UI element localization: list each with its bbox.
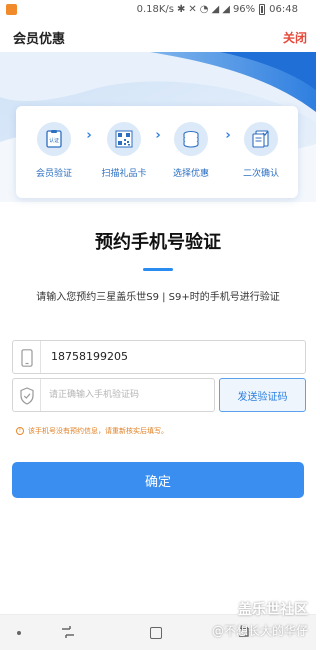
shield-check-icon — [20, 387, 34, 405]
code-field — [12, 378, 215, 412]
watermark-author: @不想长大的华仔 — [211, 624, 308, 638]
page-title: 会员优惠 — [13, 32, 66, 47]
id-card-badge-text: 认证 — [49, 137, 59, 144]
step-label: 会员验证 — [35, 169, 72, 179]
warning-icon: ! — [16, 427, 24, 435]
steps-card: 认证 会员验证 › 扫描礼品卡 › 选择优惠 › 二次确认 — [16, 106, 298, 198]
notice-text: 该手机号没有预约信息，请重新核实后填写。 — [28, 427, 168, 435]
close-button[interactable]: 关闭 — [283, 29, 307, 46]
chevron-right-icon: › — [155, 128, 161, 143]
battery-percent: 96% — [232, 4, 256, 15]
signal-icon: ◢ — [211, 4, 220, 15]
step-select-offer: 选择优惠 — [163, 122, 219, 179]
qr-code-icon — [107, 122, 141, 156]
step-label: 选择优惠 — [172, 169, 209, 179]
step-label: 扫描礼品卡 — [101, 169, 147, 179]
recent-apps-icon[interactable] — [60, 625, 76, 639]
instruction-text: 请输入您预约三星盖乐世S9 | S9+时的手机号进行验证 — [36, 292, 280, 303]
clock: 06:48 — [269, 4, 298, 15]
network-speed: 0.18K/s — [136, 4, 175, 15]
step-member-verify: 认证 会员验证 — [26, 122, 82, 179]
title-underline — [143, 268, 173, 271]
battery-icon — [259, 4, 266, 15]
error-notice: ! 该手机号没有预约信息，请重新核实后填写。 — [16, 426, 168, 436]
send-code-button[interactable]: 发送验证码 — [219, 378, 306, 412]
shield-icon-box — [13, 379, 41, 411]
step-label: 二次确认 — [242, 169, 279, 179]
verification-title: 预约手机号验证 — [95, 232, 221, 253]
verification-code-input[interactable] — [49, 385, 209, 405]
confirm-button[interactable]: 确定 — [12, 462, 304, 498]
step-scan-gift-card: 扫描礼品卡 — [96, 122, 152, 179]
coin-stack-icon — [174, 122, 208, 156]
watermark-community: 盖乐世社区 — [238, 602, 308, 618]
phone-icon — [21, 349, 33, 367]
signal-icon-2: ◢ — [222, 4, 230, 15]
phone-value: 18758199205 — [51, 350, 128, 363]
mute-icon: ✕ — [188, 4, 197, 15]
phone-icon-box — [13, 341, 41, 373]
status-indicators: 0.18K/s ✱ ✕ ◔ ◢ ◢ 96% 06:48 — [137, 3, 298, 16]
app-header: 会员优惠 关闭 — [0, 20, 316, 52]
chevron-right-icon: › — [225, 128, 231, 143]
nav-dot-icon[interactable] — [17, 631, 21, 635]
document-check-icon — [244, 122, 278, 156]
app-notification-icon — [6, 4, 17, 15]
status-bar: 0.18K/s ✱ ✕ ◔ ◢ ◢ 96% 06:48 — [0, 0, 316, 20]
bluetooth-icon: ✱ — [177, 4, 186, 15]
phone-field[interactable]: 18758199205 — [12, 340, 306, 374]
home-icon[interactable] — [150, 627, 162, 639]
chevron-right-icon: › — [86, 128, 92, 143]
id-card-icon: 认证 — [37, 122, 71, 156]
step-second-confirm: 二次确认 — [233, 122, 289, 179]
wifi-icon: ◔ — [199, 4, 209, 15]
